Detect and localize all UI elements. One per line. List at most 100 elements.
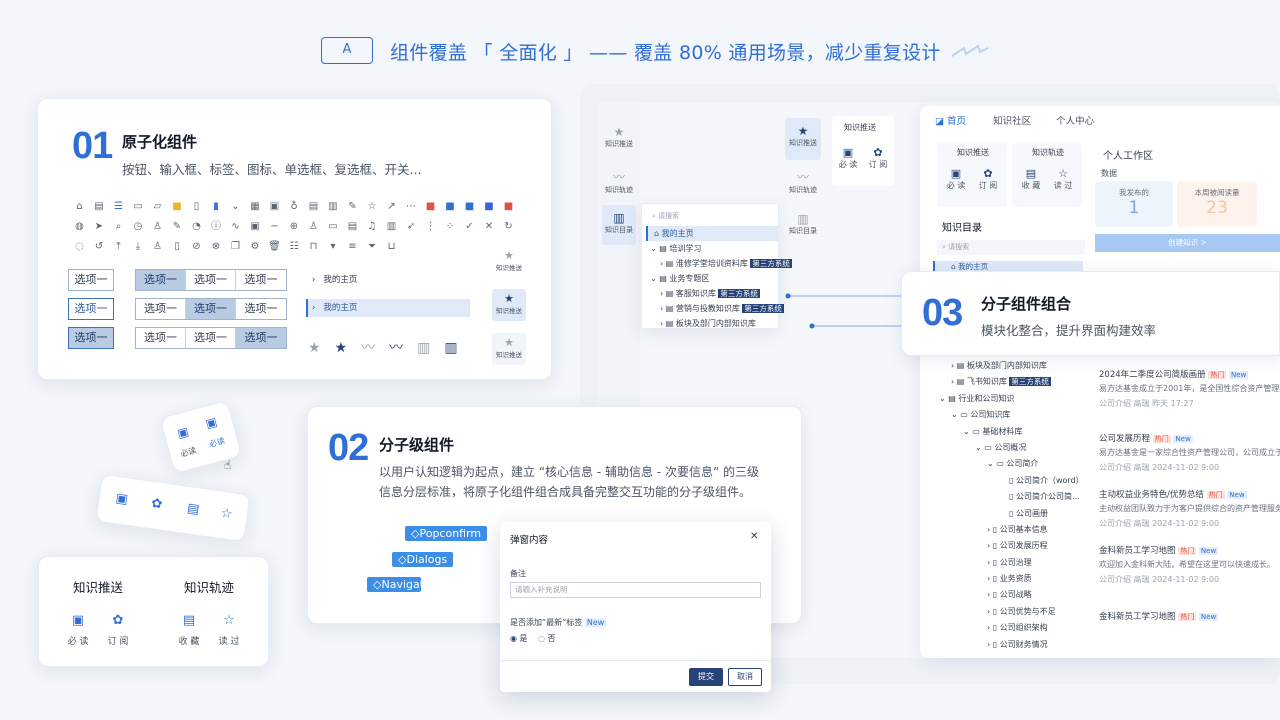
tree-item[interactable]: ▯ 公司简介公司简...: [937, 489, 1085, 505]
tree-item-collapsed[interactable]: › 我的主页: [306, 271, 470, 289]
create-knowledge-button[interactable]: 创建知识 >: [1095, 234, 1280, 252]
tree-item[interactable]: › ▯ 业务资质: [937, 571, 1085, 587]
section-number: 02: [328, 427, 369, 469]
chip-navigation[interactable]: ◇Navigation: [367, 577, 421, 592]
segment-option[interactable]: 选项一: [236, 299, 286, 319]
bell-icon: ♫: [367, 221, 377, 232]
option-button-selected[interactable]: 选项一: [68, 327, 114, 349]
video-icon: ■: [484, 201, 494, 212]
dash-icon: −: [270, 221, 279, 232]
tree-item[interactable]: ⌄ ▤ 培训学习: [646, 241, 778, 256]
search-icon: ⌕: [115, 221, 122, 232]
segment-option[interactable]: 选项一: [236, 328, 286, 348]
tree-item[interactable]: ⌄ ▭ 公司简介: [937, 456, 1085, 472]
nav-item-default[interactable]: ★ 知识推送: [492, 249, 526, 281]
collect-button[interactable]: ▤ 收 藏: [175, 613, 203, 647]
search-input[interactable]: ⌕ 请搜索: [648, 209, 774, 223]
question-text: 是否添加“最新”标签: [510, 618, 583, 627]
nav-item-trace[interactable]: 〰 知识轨迹: [785, 168, 821, 195]
tree-item-label: 板块及部门内部知识库: [675, 319, 756, 328]
submit-button[interactable]: 提交: [689, 668, 723, 686]
tree-item[interactable]: › ▤ 板块及部门内部知识库: [937, 358, 1085, 374]
plus-circle-icon: ⊕: [289, 221, 299, 232]
tree-item[interactable]: › ▯ 公司组织架构: [937, 620, 1085, 636]
segment-option[interactable]: 选项一: [186, 270, 236, 290]
directory-search[interactable]: ⌕ 请搜索: [937, 240, 1085, 255]
nav-item-trace[interactable]: 〰 知识轨迹: [602, 168, 636, 195]
radio-yes[interactable]: ◉ 是: [510, 633, 528, 644]
tree-item[interactable]: ⌄ ▭ 公司概况: [937, 440, 1085, 456]
hot-tag: 热门: [1178, 547, 1197, 555]
tree-item[interactable]: › ▤ 板块及部门内部知识库: [646, 316, 778, 331]
must-read-button[interactable]: ▣ 必 读: [943, 167, 969, 191]
segmented-control-2[interactable]: 选项一 选项一 选项一: [135, 298, 287, 320]
item-title: 主动权益业务特色/优势总结: [1099, 490, 1204, 500]
list-item[interactable]: 公司发展历程 热门 New 易方达基金是一家综合性资产管理公司，公司成立于200…: [1099, 433, 1280, 489]
note-input[interactable]: 请输入补充说明: [510, 582, 761, 598]
tree-item[interactable]: › ▤ 飞书知识库 第三方系统: [937, 374, 1085, 390]
tree-item[interactable]: › ▤ 淮修学堂培训资料库 第三方系统: [646, 256, 792, 271]
option-button-default[interactable]: 选项一: [68, 269, 114, 291]
tree-item[interactable]: › ▤ 营销与投教知识库 第三方系统: [646, 301, 784, 316]
tree-item[interactable]: › ▯ 公司战略: [937, 587, 1085, 603]
read-button[interactable]: ☆ 读 过: [1050, 167, 1076, 191]
tree-item[interactable]: ⌄ ▤ 行业和公司知识: [937, 391, 1085, 407]
close-icon[interactable]: ✕: [750, 531, 758, 542]
bookmark-icon-row: ★★〰〰▥▥: [308, 337, 472, 357]
segment-option[interactable]: 选项一: [186, 299, 236, 319]
must-read-button[interactable]: ▣ 必 读: [836, 146, 860, 170]
tree-item[interactable]: › ▯ 公司基本信息: [937, 522, 1085, 538]
tree-item[interactable]: ▯ 公司简介（word）: [937, 473, 1085, 489]
segmented-control-3[interactable]: 选项一 选项一 选项一: [135, 327, 287, 349]
upload-icon: ⤒: [116, 241, 121, 252]
list-item[interactable]: 金科新员工学习地图 热门 New: [1099, 611, 1280, 624]
segment-option[interactable]: 选项一: [236, 270, 286, 290]
read-button[interactable]: ☆ 读 过: [215, 613, 243, 647]
nav-item-directory[interactable]: ▥ 知识目录: [602, 205, 636, 245]
segmented-control-1[interactable]: 选项一 选项一 选项一: [135, 269, 287, 291]
list-item[interactable]: 2024年二季度公司简版画册 热门 New 易方达基金成立于2001年，是全国性…: [1099, 369, 1280, 433]
atomic-components-card: 01 原子化组件 按钮、输入框、标签、图标、单选框、复选框、开关... ⌂ ▤ ☰ ▭…: [37, 98, 552, 380]
user-add-icon: ♙: [153, 241, 162, 252]
nav-item-push-active[interactable]: ★ 知识推送: [785, 118, 821, 160]
segment-option[interactable]: 选项一: [136, 328, 186, 348]
collect-button[interactable]: ▤ 收 藏: [1018, 167, 1044, 191]
list-item[interactable]: 金科新员工学习地图 热门 New 欢迎加入金科新大陆，希望在这里可以快速成长。 …: [1099, 545, 1280, 611]
segment-option[interactable]: 选项一: [186, 328, 236, 348]
tree-item[interactable]: › ▯ 公司优势与不足: [937, 604, 1085, 620]
segment-option[interactable]: 选项一: [136, 270, 186, 290]
segment-option[interactable]: 选项一: [136, 299, 186, 319]
tree-item[interactable]: ⌂ 我的主页: [646, 226, 778, 241]
radio-no[interactable]: ○ 否: [538, 633, 556, 644]
list-icon: ☰: [114, 201, 123, 212]
tree-item-label: 公司画册: [1015, 508, 1048, 518]
nav-item-hover[interactable]: ★ 知识推送: [492, 333, 526, 365]
subscribe-button[interactable]: ✿ 订 阅: [975, 167, 1001, 191]
tab-community[interactable]: 知识社区: [993, 116, 1031, 127]
monitor-icon: ▭: [328, 221, 338, 232]
nav-item-push[interactable]: ★ 知识推送: [602, 125, 636, 149]
tree-item[interactable]: ⌄ ▭ 基础材料库: [937, 424, 1085, 440]
tree-item[interactable]: › ▯ 公司治理: [937, 555, 1085, 571]
list-item[interactable]: 主动权益业务特色/优势总结 热门 New 主动权益团队致力于为客户提供综合的资产…: [1099, 489, 1280, 545]
tree-item[interactable]: ⌄ ▭ 公司知识库: [937, 407, 1085, 423]
tree-item[interactable]: ⌄ ▤ 业务专题区: [646, 271, 778, 286]
nav-item-active[interactable]: ★ 知识推送: [492, 289, 526, 321]
tree-item-label: 公司基本信息: [999, 524, 1048, 534]
option-button-hover[interactable]: 选项一: [68, 298, 114, 320]
must-read-button[interactable]: ▣ 必 读: [64, 613, 92, 647]
cancel-button[interactable]: 取消: [728, 668, 762, 686]
tree-item[interactable]: › ▯ 公司发展历程: [937, 538, 1085, 554]
tab-personal[interactable]: 个人中心: [1056, 116, 1094, 127]
tree-item-selected[interactable]: › 我的主页: [306, 299, 470, 317]
nav-item-directory[interactable]: ▥ 知识目录: [785, 212, 821, 236]
tab-home[interactable]: 首页: [947, 116, 966, 127]
subscribe-button[interactable]: ✿ 订 阅: [104, 613, 132, 647]
chip-popconfirm[interactable]: ◇Popconfirm: [405, 526, 488, 541]
tree-item[interactable]: › ▤ 客服知识库 第三方系统: [646, 286, 778, 301]
chip-dialogs[interactable]: ◇Dialogs: [392, 552, 454, 567]
subscribe-button[interactable]: ✿ 订 阅: [866, 146, 890, 170]
tree-item[interactable]: ▯ 公司画册: [937, 506, 1085, 522]
tree-item[interactable]: › ▯ 公司财务情况: [937, 637, 1085, 653]
hot-tag: 热门: [1208, 371, 1227, 379]
